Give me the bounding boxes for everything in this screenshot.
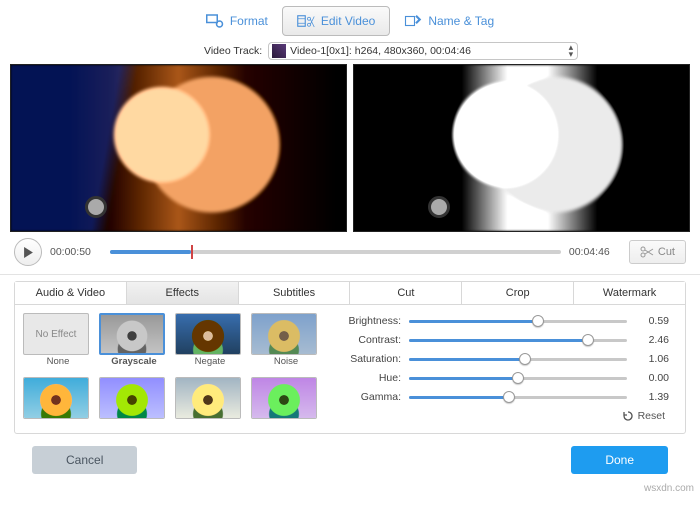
slider-hue-row: Hue: 0.00 [341,372,669,384]
extra1-thumb [23,377,89,419]
contrast-label: Contrast: [341,334,401,346]
effect-grayscale[interactable]: Grayscale [99,313,169,373]
seek-marker[interactable] [191,245,193,259]
play-button[interactable] [14,238,42,266]
seek-bar[interactable] [110,250,561,254]
format-icon [206,13,224,29]
reset-icon [622,410,634,422]
play-icon [23,247,34,258]
reset-button[interactable]: Reset [622,410,665,422]
sub-tab-cut[interactable]: Cut [350,282,462,304]
current-time: 00:00:50 [50,246,102,258]
hue-slider[interactable] [409,377,627,380]
hue-label: Hue: [341,372,401,384]
effect-negate-label: Negate [175,356,245,367]
gamma-label: Gamma: [341,391,401,403]
effect-extra-2[interactable] [99,377,169,426]
edit-video-icon [297,13,315,29]
effect-none-label: None [23,356,93,367]
noise-thumb [251,313,317,355]
track-thumbnail [272,44,286,58]
effect-grayscale-label: Grayscale [99,356,169,367]
effect-noise-label: Noise [251,356,321,367]
extra3-thumb [175,377,241,419]
original-pane: Original [10,64,347,232]
slider-gamma-row: Gamma: 1.39 [341,391,669,403]
effect-extra-3[interactable] [175,377,245,426]
slider-brightness-row: Brightness: 0.59 [341,315,669,327]
watermark-text: wsxdn.com [644,483,694,494]
playback-row: 00:00:50 00:04:46 Cut [0,232,700,275]
sub-tab-subtitles[interactable]: Subtitles [239,282,351,304]
tab-format-label: Format [230,14,268,28]
no-effect-thumb: No Effect [23,313,89,355]
slider-contrast-row: Contrast: 2.46 [341,334,669,346]
editor-body: No Effect None Grayscale Negate Noise [15,305,685,433]
sub-tab-bar: Audio & Video Effects Subtitles Cut Crop… [15,282,685,305]
effect-thumbnails: No Effect None Grayscale Negate Noise [23,313,321,425]
tab-name-tag[interactable]: Name & Tag [390,6,508,36]
sub-tab-watermark[interactable]: Watermark [574,282,685,304]
brightness-label: Brightness: [341,315,401,327]
done-button[interactable]: Done [571,446,668,474]
sub-tab-crop[interactable]: Crop [462,282,574,304]
cancel-button[interactable]: Cancel [32,446,137,474]
brightness-slider[interactable] [409,320,627,323]
gamma-value: 1.39 [635,391,669,403]
video-track-row: Video Track: Video-1[0x1]: h264, 480x360… [0,40,700,64]
negate-thumb [175,313,241,355]
tab-edit-video[interactable]: Edit Video [282,6,391,36]
bottom-button-row: Cancel Done [0,434,700,474]
preview-pane: Preview [353,64,690,232]
cut-button-label: Cut [658,246,675,258]
scissors-icon [640,246,654,258]
effect-none[interactable]: No Effect None [23,313,93,373]
preview-area: Original Preview [0,64,700,232]
saturation-label: Saturation: [341,353,401,365]
original-video[interactable] [10,64,347,232]
contrast-slider[interactable] [409,339,627,342]
video-track-select[interactable]: Video-1[0x1]: h264, 480x360, 00:04:46 ▴▾ [268,42,578,60]
tab-edit-video-label: Edit Video [321,14,376,28]
editor-panel: Audio & Video Effects Subtitles Cut Crop… [14,281,686,434]
video-track-value: Video-1[0x1]: h264, 480x360, 00:04:46 [290,45,471,57]
preview-video[interactable] [353,64,690,232]
sub-tab-audio-video[interactable]: Audio & Video [15,282,127,304]
saturation-slider[interactable] [409,358,627,361]
effect-extra-4[interactable] [251,377,321,426]
video-track-label: Video Track: [204,45,262,57]
effect-negate[interactable]: Negate [175,313,245,373]
sliders-panel: Brightness: 0.59 Contrast: 2.46 Saturati… [327,313,677,425]
total-time: 00:04:46 [569,246,621,258]
slider-saturation-row: Saturation: 1.06 [341,353,669,365]
top-tab-bar: Format Edit Video Name & Tag [0,0,700,40]
effect-noise[interactable]: Noise [251,313,321,373]
no-effect-text: No Effect [36,329,77,340]
name-tag-icon [404,13,422,29]
tab-format[interactable]: Format [192,6,282,36]
effect-extra-1[interactable] [23,377,93,426]
brightness-value: 0.59 [635,315,669,327]
contrast-value: 2.46 [635,334,669,346]
sub-tab-effects[interactable]: Effects [127,282,239,304]
extra4-thumb [251,377,317,419]
updown-icon: ▴▾ [569,44,574,58]
seek-fill [110,250,191,254]
extra2-thumb [99,377,165,419]
reset-label: Reset [638,410,665,422]
tab-name-tag-label: Name & Tag [428,14,494,28]
hue-value: 0.00 [635,372,669,384]
cut-button[interactable]: Cut [629,240,686,264]
saturation-value: 1.06 [635,353,669,365]
grayscale-thumb [99,313,165,355]
gamma-slider[interactable] [409,396,627,399]
